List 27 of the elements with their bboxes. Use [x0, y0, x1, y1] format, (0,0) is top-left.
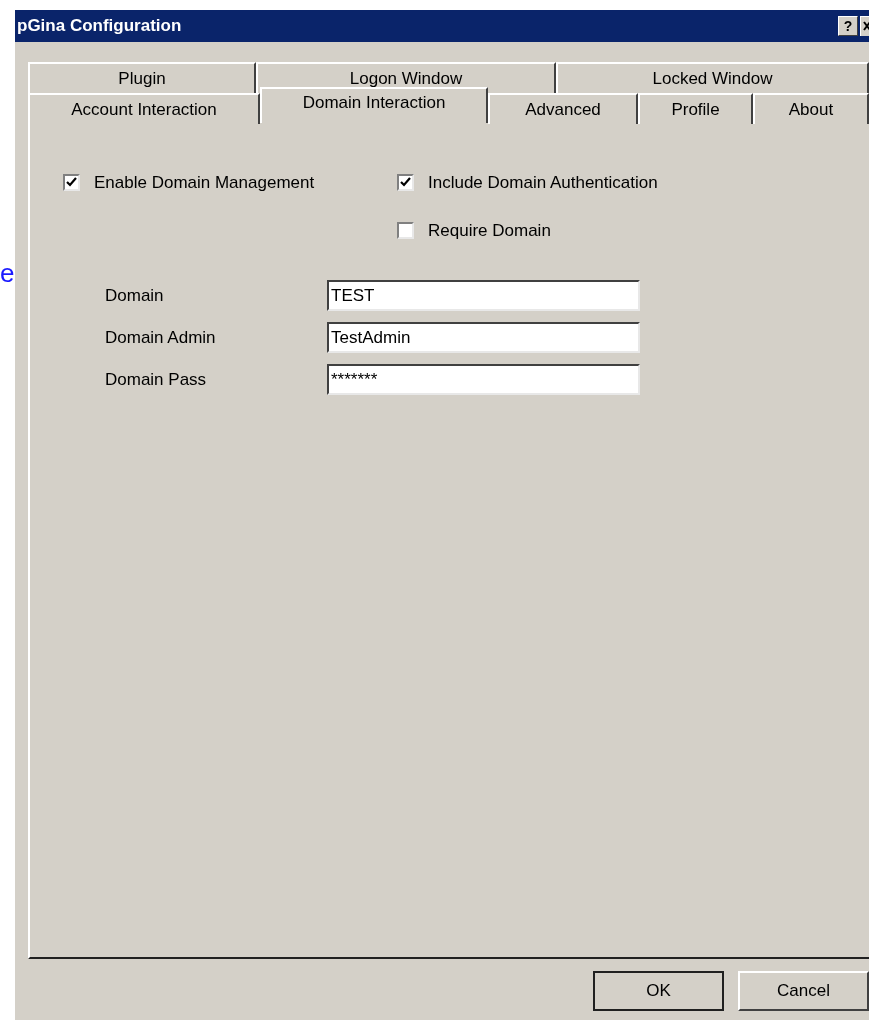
dialog-button[interactable]: Cancel	[738, 971, 869, 1011]
tab[interactable]: Account Interaction	[28, 93, 260, 124]
checkmark-icon	[66, 177, 77, 189]
input-field[interactable]: TEST	[327, 280, 640, 311]
window-title: pGina Configuration	[16, 15, 182, 38]
checkbox[interactable]	[63, 174, 80, 192]
checkmark-icon	[400, 177, 411, 189]
input-field[interactable]: *******	[327, 364, 640, 395]
field-label: Domain Pass	[104, 368, 208, 391]
dialog-button[interactable]: OK	[593, 971, 724, 1011]
help-button[interactable]: ?	[838, 16, 858, 36]
checkbox[interactable]	[397, 174, 414, 192]
tab[interactable]: Profile	[638, 93, 753, 124]
tab[interactable]: Domain Interaction	[260, 87, 488, 123]
checkbox-label: Enable Domain Management	[94, 172, 315, 194]
checkbox-label: Include Domain Authentication	[428, 172, 658, 194]
checkbox[interactable]	[397, 221, 414, 239]
checkbox-label: Require Domain	[428, 219, 551, 242]
tab[interactable]: Plugin	[28, 62, 256, 93]
close-button[interactable]	[860, 16, 869, 36]
input-field[interactable]: TestAdmin	[327, 322, 640, 353]
field-label: Domain	[104, 284, 165, 307]
tab[interactable]: About	[753, 93, 869, 124]
background-text: e	[0, 260, 15, 286]
tab[interactable]: Locked Window	[556, 62, 869, 93]
tab[interactable]: Advanced	[488, 93, 638, 124]
field-label: Domain Admin	[104, 326, 217, 349]
